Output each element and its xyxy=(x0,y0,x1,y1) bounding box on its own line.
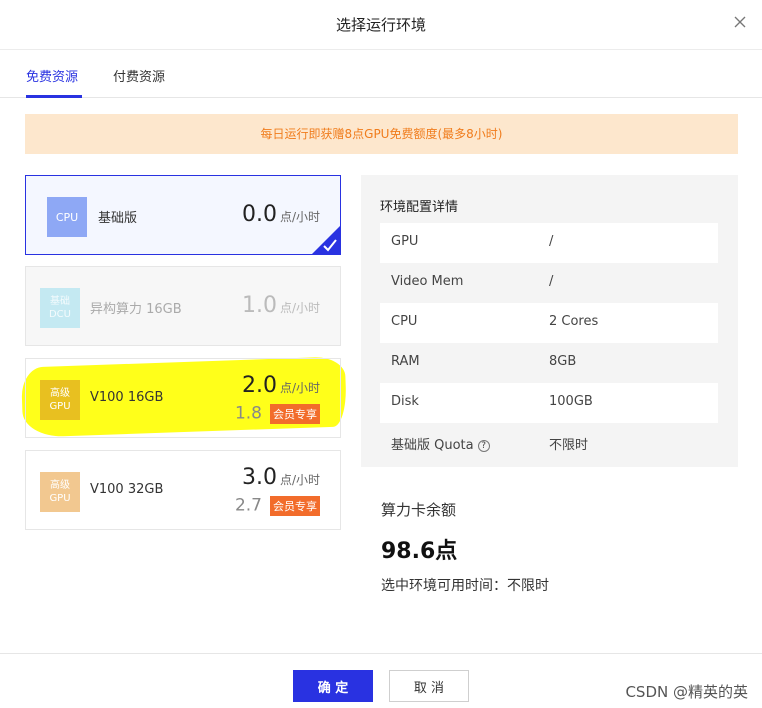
dialog-footer: 确 定 取 消 CSDN @精英的英 xyxy=(0,653,762,708)
member-badge: 会员专享 xyxy=(270,495,320,516)
free-quota-notice: 每日运行即获赠8点GPU免费额度(最多8小时) xyxy=(25,114,738,154)
config-panel-title: 环境配置详情 xyxy=(380,200,459,215)
env-config-panel: 环境配置详情 GPU / Video Mem / CPU 2 Cores RAM… xyxy=(361,175,738,467)
watermark: CSDN @精英的英 xyxy=(625,683,748,701)
cancel-button[interactable]: 取 消 xyxy=(389,670,469,702)
balance-value: 98.6点 xyxy=(381,539,458,564)
env-card-name: V100 16GB xyxy=(90,390,164,405)
member-price-row: 1.8 会员专享 xyxy=(235,403,320,424)
config-row-quota: 基础版 Quota? 不限时 xyxy=(391,438,589,453)
env-card-name: 异构算力 16GB xyxy=(90,302,182,317)
resource-tabs: 免费资源 付费资源 xyxy=(0,50,762,98)
member-price-row: 2.7 会员专享 xyxy=(235,495,320,516)
balance-label: 算力卡余额 xyxy=(381,501,457,519)
env-card-name: V100 32GB xyxy=(90,482,164,497)
member-badge: 会员专享 xyxy=(270,403,320,424)
env-card-dcu: 基础 DCU 异构算力 16GB 1.0 点/小时 xyxy=(25,266,341,346)
active-tab-indicator xyxy=(26,95,82,98)
config-row-ram: RAM 8GB xyxy=(391,354,577,369)
check-icon xyxy=(312,226,340,254)
close-icon[interactable] xyxy=(732,14,748,30)
config-row-gpu: GPU / xyxy=(380,223,718,263)
confirm-button[interactable]: 确 定 xyxy=(293,670,373,702)
config-row-video-mem: Video Mem / xyxy=(391,274,554,289)
dialog-header: 选择运行环境 xyxy=(0,0,762,50)
config-row-disk: Disk 100GB xyxy=(380,383,718,423)
question-circle-icon[interactable]: ? xyxy=(477,440,490,452)
cpu-chip-icon: CPU xyxy=(47,197,87,237)
env-card-price: 1.0 点/小时 xyxy=(241,293,320,318)
env-card-price: 3.0 点/小时 xyxy=(241,465,320,490)
config-row-cpu: CPU 2 Cores xyxy=(380,303,718,343)
tab-paid-resources[interactable]: 付费资源 xyxy=(113,66,165,85)
available-time: 选中环境可用时间：不限时 xyxy=(381,578,549,594)
dcu-chip-icon: 基础 DCU xyxy=(40,288,80,328)
env-card-v100-16gb[interactable]: 高级 GPU V100 16GB 2.0 点/小时 1.8 会员专享 xyxy=(25,358,341,438)
env-card-v100-32gb[interactable]: 高级 GPU V100 32GB 3.0 点/小时 2.7 会员专享 xyxy=(25,450,341,530)
env-card-basic-cpu[interactable]: CPU 基础版 0.0 点/小时 xyxy=(25,175,341,255)
gpu-chip-icon: 高级 GPU xyxy=(40,380,80,420)
gpu-chip-icon: 高级 GPU xyxy=(40,472,80,512)
dialog-title: 选择运行环境 xyxy=(335,16,426,34)
env-card-price: 2.0 点/小时 xyxy=(241,373,320,398)
tab-free-resources[interactable]: 免费资源 xyxy=(26,66,78,85)
env-card-price: 0.0 点/小时 xyxy=(241,202,320,227)
env-card-name: 基础版 xyxy=(98,211,138,226)
